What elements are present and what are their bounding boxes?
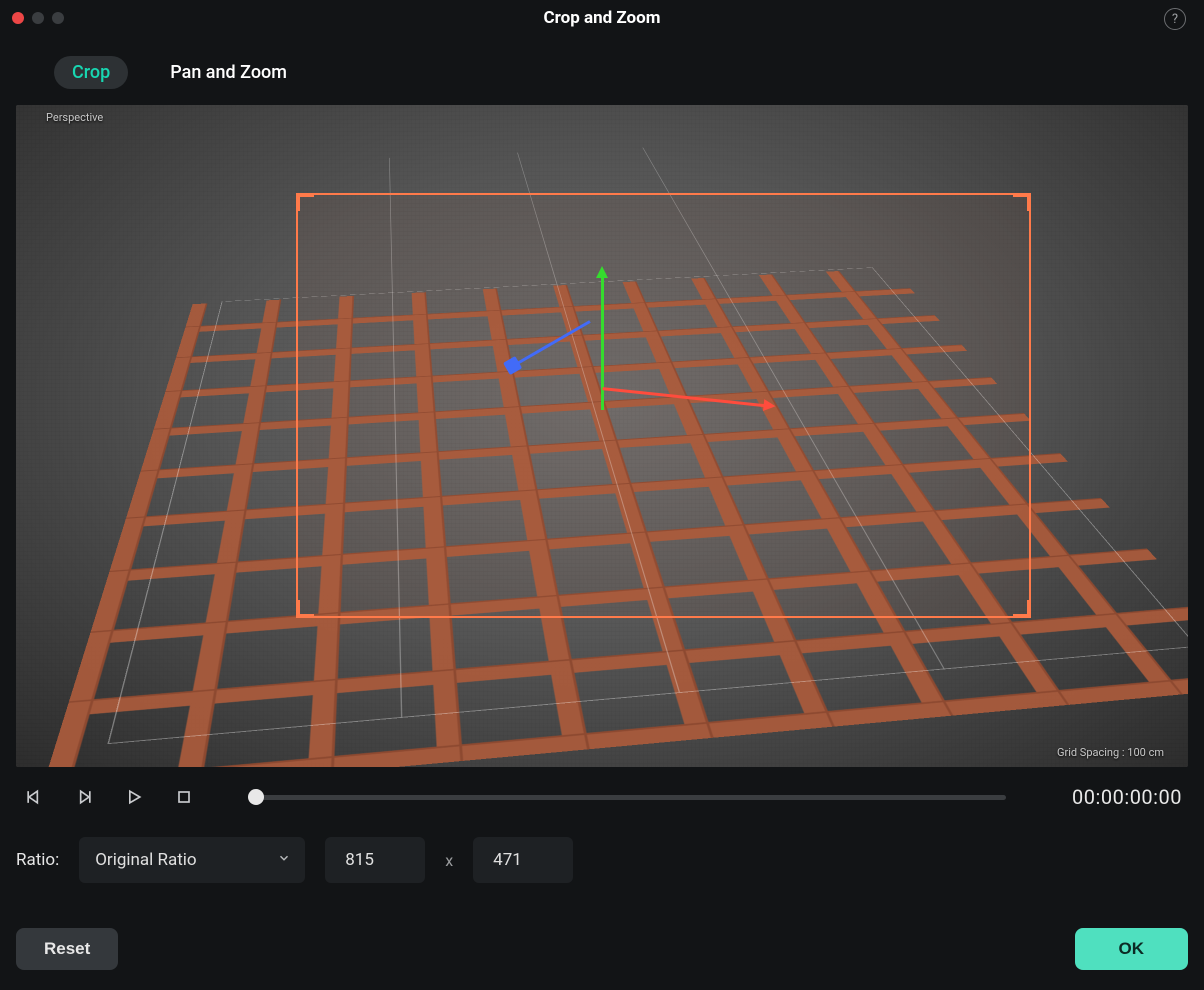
play-button[interactable] <box>122 785 146 809</box>
window-title: Crop and Zoom <box>0 8 1204 28</box>
tab-crop[interactable]: Crop <box>54 56 128 89</box>
ratio-select-value: Original Ratio <box>95 850 196 870</box>
dialog-footer: Reset OK <box>0 928 1204 970</box>
chevron-down-icon <box>277 850 291 870</box>
timeline-slider[interactable] <box>252 787 1006 807</box>
step-back-icon <box>24 787 44 807</box>
ratio-select[interactable]: Original Ratio <box>79 837 305 883</box>
reset-button[interactable]: Reset <box>16 928 118 970</box>
minimize-window-button[interactable] <box>32 12 44 24</box>
transport-bar: 00:00:00:00 <box>0 767 1204 819</box>
mode-tabs: Crop Pan and Zoom <box>0 36 1204 105</box>
crop-height-value: 471 <box>493 850 522 870</box>
crop-handle-top-right[interactable] <box>1013 193 1031 211</box>
help-button[interactable]: ? <box>1164 8 1186 30</box>
crop-width-field[interactable]: 815 <box>325 837 425 883</box>
ratio-label: Ratio: <box>16 850 59 870</box>
timeline-thumb[interactable] <box>248 789 264 805</box>
viewport-grid-spacing-label: Grid Spacing : 100 cm <box>1057 746 1164 759</box>
ratio-controls: Ratio: Original Ratio 815 x 471 <box>0 819 1204 883</box>
play-icon <box>124 787 144 807</box>
step-forward-icon <box>74 787 94 807</box>
step-forward-button[interactable] <box>72 785 96 809</box>
crop-width-value: 815 <box>345 850 374 870</box>
crop-handle-bottom-right[interactable] <box>1013 600 1031 618</box>
dimension-separator: x <box>445 851 453 870</box>
crop-rectangle[interactable] <box>296 193 1031 618</box>
window-controls <box>12 12 64 24</box>
step-back-button[interactable] <box>22 785 46 809</box>
timeline-track <box>252 795 1006 800</box>
maximize-window-button[interactable] <box>52 12 64 24</box>
crop-handle-top-left[interactable] <box>296 193 314 211</box>
crop-height-field[interactable]: 471 <box>473 837 573 883</box>
timecode-display: 00:00:00:00 <box>1042 785 1182 809</box>
tab-pan-and-zoom[interactable]: Pan and Zoom <box>152 56 305 89</box>
ok-button[interactable]: OK <box>1075 928 1189 970</box>
crop-handle-bottom-left[interactable] <box>296 600 314 618</box>
stop-button[interactable] <box>172 785 196 809</box>
viewport-perspective-label: Perspective <box>46 111 103 124</box>
titlebar: Crop and Zoom ? <box>0 0 1204 36</box>
stop-icon <box>174 787 194 807</box>
close-window-button[interactable] <box>12 12 24 24</box>
preview-viewport[interactable]: Perspective Grid Spacing : 100 cm <box>16 105 1188 767</box>
